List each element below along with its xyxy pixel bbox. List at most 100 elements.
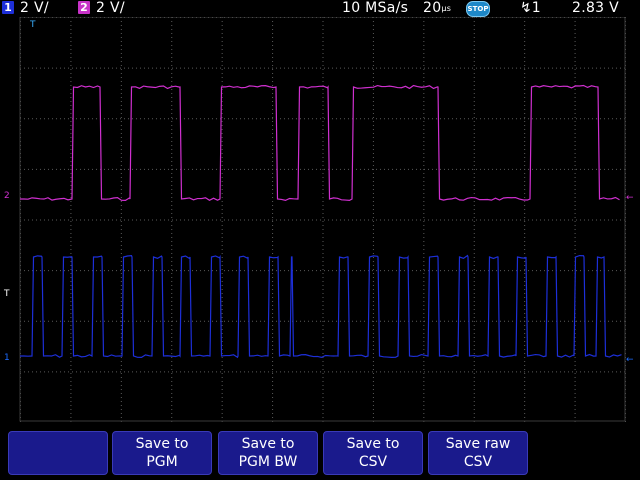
grid-dot (52, 67, 53, 69)
grid-dot (348, 371, 349, 373)
grid-dot (524, 61, 526, 62)
grid-dot (136, 219, 137, 221)
waveform-display[interactable]: T 2 T 1 ← ← (0, 17, 640, 422)
grid-dot (384, 219, 385, 221)
grid-dot (408, 168, 409, 170)
grid-dot (172, 168, 173, 170)
grid-dot (420, 67, 421, 69)
grid-dot (548, 118, 549, 120)
grid-dot (612, 118, 613, 120)
grid-dot (372, 253, 374, 254)
grid-dot (120, 397, 122, 398)
grid-dot (423, 157, 425, 158)
grid-dot (120, 365, 122, 366)
grid-dot (171, 345, 173, 346)
grid-dot (322, 233, 324, 234)
grid-dot (108, 320, 109, 322)
grid-dot (372, 45, 374, 46)
grid-dot (574, 109, 576, 110)
trigger-level-marker[interactable]: T (4, 289, 10, 299)
grid-dot (592, 219, 593, 221)
grid-dot (76, 118, 77, 120)
grid-dot (272, 371, 273, 373)
grid-dot (408, 371, 409, 373)
grid-dot (88, 118, 89, 120)
grid-dot (70, 165, 72, 166)
grid-dot (472, 168, 473, 170)
grid-dot (400, 320, 401, 322)
grid-dot (221, 217, 223, 218)
grid-dot (168, 118, 169, 120)
grid-dot (452, 67, 453, 69)
channel-1-badge[interactable]: 1 (2, 1, 14, 14)
grid-dot (544, 320, 545, 322)
grid-dot (504, 270, 505, 272)
grid-dot (428, 67, 429, 69)
grid-dot (574, 69, 576, 70)
grid-dot (376, 371, 377, 373)
grid-dot (473, 405, 475, 406)
grid-dot (560, 219, 561, 221)
grid-dot (524, 37, 526, 38)
grid-dot (423, 301, 425, 302)
grid-dot (248, 118, 249, 120)
grid-dot (60, 270, 61, 272)
grid-dot (272, 21, 274, 22)
grid-dot (322, 249, 324, 250)
trigger-position-marker[interactable]: T (30, 20, 36, 30)
grid-dot (60, 371, 61, 373)
grid-dot (32, 118, 33, 120)
grid-dot (171, 33, 173, 34)
grid-dot (372, 25, 374, 26)
grid-dot (572, 118, 573, 120)
grid-dot (473, 293, 475, 294)
softkey-1[interactable] (8, 431, 108, 475)
grid-dot (574, 153, 576, 154)
grid-dot (372, 401, 374, 402)
grid-dot (473, 57, 475, 58)
grid-dot (520, 168, 521, 170)
grid-dot (70, 361, 72, 362)
grid-dot (448, 320, 449, 322)
grid-dot (473, 281, 475, 282)
grid-dot (332, 371, 333, 373)
grid-dot (70, 237, 72, 238)
channel-1-reference-marker[interactable]: 1 (4, 353, 10, 363)
grid-dot (172, 270, 173, 272)
grid-dot (608, 118, 609, 120)
grid-dot (574, 225, 576, 226)
grid-dot (120, 293, 122, 294)
grid-dot (221, 77, 223, 78)
grid-dot (436, 320, 437, 322)
save-to-pgm-bw-button[interactable]: Save to PGM BW (218, 431, 318, 475)
grid-dot (322, 209, 324, 210)
grid-dot (592, 371, 593, 373)
grid-dot (196, 67, 197, 69)
grid-dot (272, 273, 274, 274)
grid-dot (284, 118, 285, 120)
grid-dot (372, 29, 374, 30)
grid-dot (423, 405, 425, 406)
grid-dot (276, 219, 277, 221)
grid-dot (168, 371, 169, 373)
grid-dot (473, 277, 475, 278)
grid-dot (473, 269, 475, 270)
grid-dot (56, 118, 57, 120)
channel-2-badge[interactable]: 2 (78, 1, 90, 14)
grid-dot (423, 237, 425, 238)
save-raw-csv-button[interactable]: Save raw CSV (428, 431, 528, 475)
save-to-pgm-button[interactable]: Save to PGM (112, 431, 212, 475)
grid-dot (332, 270, 333, 272)
grid-dot (240, 371, 241, 373)
run-stop-icon[interactable]: STOP (466, 1, 490, 17)
grid-dot (424, 168, 425, 170)
grid-dot (423, 117, 425, 118)
save-to-csv-button[interactable]: Save to CSV (323, 431, 423, 475)
grid-dot (344, 67, 345, 69)
grid-dot (536, 270, 537, 272)
grid-dot (221, 317, 223, 318)
channel-2-reference-marker[interactable]: 2 (4, 191, 10, 201)
grid-dot (120, 29, 122, 30)
grid-dot (574, 137, 576, 138)
grid-dot (464, 168, 465, 170)
